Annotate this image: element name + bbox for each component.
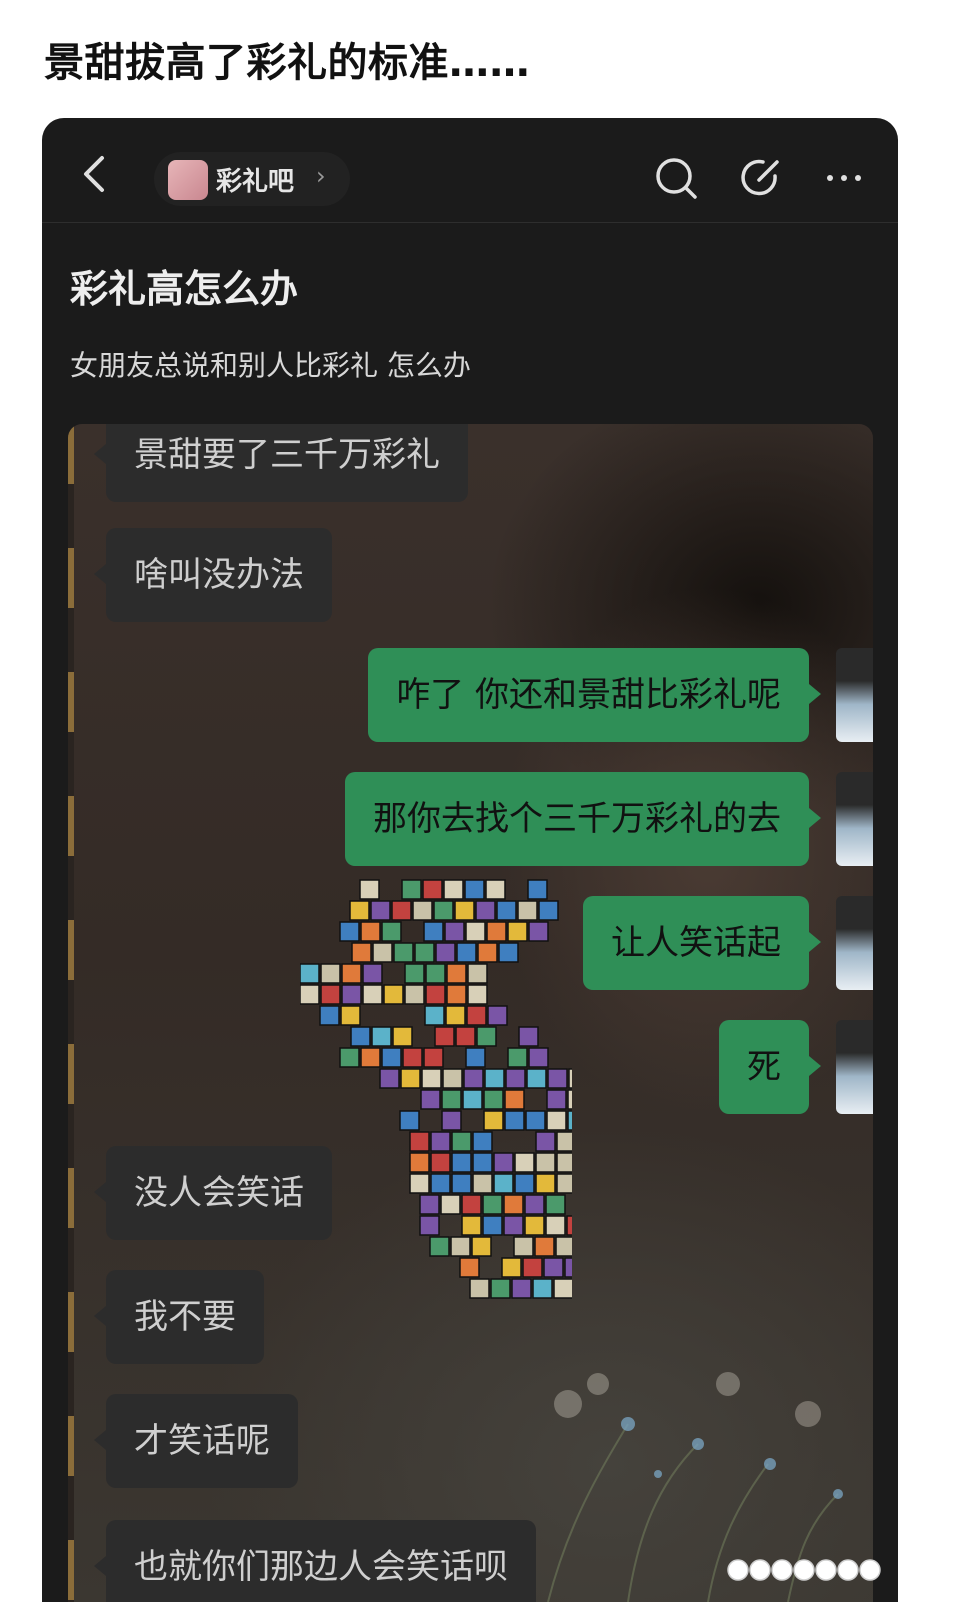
more-icon[interactable] (822, 156, 866, 200)
watermark-logo (727, 1559, 881, 1581)
chat-bubble-incoming: 没人会笑话 (94, 1146, 332, 1240)
app-screenshot: 彩礼吧 › 彩礼高怎么办 女朋友总说和别人比彩礼 怎么办 景甜要了三千万彩礼 啥… (42, 118, 898, 1602)
forum-avatar (168, 160, 208, 200)
sender-avatar (836, 772, 873, 866)
forum-name: 彩礼吧 (216, 167, 295, 197)
post-title: 景甜拔高了彩礼的标准…… (44, 40, 530, 86)
chat-bubble-outgoing: 死 (719, 1020, 821, 1114)
sender-avatar (836, 896, 873, 990)
sender-avatar (836, 1020, 873, 1114)
chat-bubble-incoming: 我不要 (94, 1270, 264, 1364)
search-icon[interactable] (654, 156, 698, 200)
edit-icon[interactable] (739, 156, 783, 200)
left-avatar-strip (68, 424, 74, 1602)
chat-bubble-incoming: 才笑话呢 (94, 1394, 298, 1488)
chat-screenshot-image[interactable]: 景甜要了三千万彩礼 啥叫没办法 咋了 你还和景甜比彩礼呢 那你去找个三千万彩礼的… (68, 424, 873, 1602)
thread-heading: 彩礼高怎么办 (70, 267, 299, 311)
sender-avatar (836, 648, 873, 742)
chat-bubble-outgoing: 那你去找个三千万彩礼的去 (345, 772, 821, 866)
mosaic-redaction (299, 872, 732, 1342)
chevron-right-icon: › (316, 162, 326, 190)
top-navigation-bar: 彩礼吧 › (42, 118, 898, 223)
chat-bubble-outgoing: 让人笑话起 (583, 896, 821, 990)
chat-bubble-incoming: 啥叫没办法 (94, 528, 332, 622)
thread-body: 女朋友总说和别人比彩礼 怎么办 (70, 349, 471, 382)
chat-bubble-incoming: 也就你们那边人会笑话呗 (94, 1520, 536, 1602)
chat-bubble-outgoing: 咋了 你还和景甜比彩礼呢 (368, 648, 821, 742)
forum-link[interactable]: 彩礼吧 › (154, 152, 350, 206)
back-icon[interactable] (80, 154, 110, 194)
chat-bubble-incoming: 景甜要了三千万彩礼 (94, 424, 468, 502)
